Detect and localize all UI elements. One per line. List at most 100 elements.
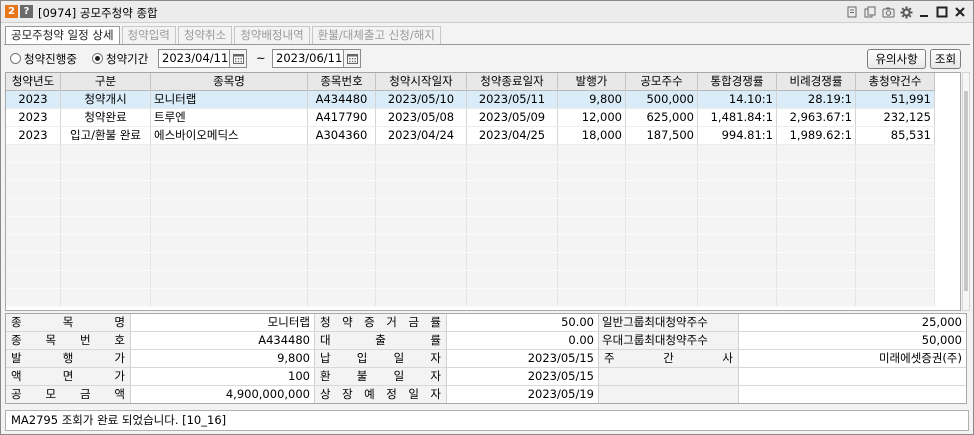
grid-header: 청약년도 구분 종목명 종목번호 청약시작일자 청약종료일자 발행가 공모주수 통합경쟁률 비례경…	[6, 73, 935, 91]
col-header-stock-code[interactable]: 종목번호	[308, 73, 376, 91]
label-offering-amount: 공모금액	[6, 386, 131, 403]
col-header-type[interactable]: 구분	[61, 73, 151, 91]
col-header-end-date[interactable]: 청약종료일자	[467, 73, 558, 91]
col-header-stock-name[interactable]: 종목명	[151, 73, 308, 91]
close-icon[interactable]	[953, 5, 967, 19]
cell-offer-shares	[626, 199, 698, 216]
cell-type	[61, 271, 151, 288]
radio-in-progress-label[interactable]: 청약진행중	[24, 51, 77, 67]
cell-stock-code	[308, 289, 376, 306]
status-bar: MA2795 조회가 완료 되었습니다. [10_16]	[5, 410, 969, 431]
cell-stock-code	[308, 181, 376, 198]
col-header-total-count[interactable]: 총청약건수	[856, 73, 935, 91]
cell-stock-code: A434480	[308, 91, 376, 108]
date-to-input[interactable]: 2023/06/11	[272, 49, 344, 68]
screen-number-badge[interactable]: 2	[5, 5, 18, 18]
col-header-offer-shares[interactable]: 공모주수	[626, 73, 698, 91]
ipo-schedule-grid: 청약년도 구분 종목명 종목번호 청약시작일자 청약종료일자 발행가 공모주수 통합경쟁률 비례경…	[5, 72, 961, 311]
col-header-issue-price[interactable]: 발행가	[558, 73, 626, 91]
table-row[interactable]: 2023 청약개시 모니터랩 A434480 2023/05/10 2023/05/11 9…	[6, 91, 935, 109]
calendar-to-icon[interactable]	[343, 49, 361, 68]
detail-row: 종목번호 A434480 대출률 0.00 우대그룹최대청약주수 50,000	[6, 332, 966, 350]
table-row[interactable]: 2023 청약완료 트루엔 A417790 2023/05/08 2023/05/09 12…	[6, 109, 935, 127]
detail-row: 공모금액 4,900,000,000 상장예정일자 2023/05/19	[6, 386, 966, 404]
cell-end-date	[467, 217, 558, 234]
grid-vertical-scrollbar[interactable]	[962, 72, 970, 311]
tab-subscription-input[interactable]: 청약입력	[121, 26, 176, 44]
cell-stock-code	[308, 217, 376, 234]
calendar-from-icon[interactable]	[229, 49, 247, 68]
title-bar-icons	[845, 3, 967, 21]
col-header-total-rate[interactable]: 통합경쟁률	[698, 73, 777, 91]
cell-total-rate	[698, 253, 777, 270]
value-loan-rate: 0.00	[447, 332, 599, 349]
cell-prop-rate: 2,963.67:1	[777, 109, 856, 126]
cell-total-count	[856, 289, 935, 306]
label-listing-date: 상장예정일자	[315, 386, 447, 403]
cell-start-date	[376, 217, 467, 234]
radio-in-progress[interactable]	[10, 53, 21, 64]
col-header-year[interactable]: 청약년도	[6, 73, 61, 91]
cell-issue-price	[558, 199, 626, 216]
maximize-icon[interactable]	[935, 5, 949, 19]
col-header-prop-rate[interactable]: 비례경쟁률	[777, 73, 856, 91]
gear-icon[interactable]	[899, 5, 913, 19]
cell-prop-rate	[777, 271, 856, 288]
cell-stock-name: 트루엔	[151, 109, 308, 126]
cell-year: 2023	[6, 91, 61, 108]
minimize-icon[interactable]	[917, 5, 931, 19]
help-badge[interactable]: ?	[20, 5, 33, 18]
value-stock-code: A434480	[131, 332, 315, 349]
cell-offer-shares	[626, 163, 698, 180]
cell-prop-rate	[777, 253, 856, 270]
title-bar: 2 ? [0974] 공모주청약 종합	[1, 1, 973, 23]
cell-year	[6, 199, 61, 216]
cell-total-rate	[698, 163, 777, 180]
cell-total-count	[856, 253, 935, 270]
cell-start-date	[376, 289, 467, 306]
cell-prop-rate	[777, 199, 856, 216]
cell-year	[6, 145, 61, 162]
cell-total-count: 51,991	[856, 91, 935, 108]
label-general-max-shares: 일반그룹최대청약주수	[599, 314, 739, 331]
cell-type: 청약개시	[61, 91, 151, 108]
cell-stock-code	[308, 253, 376, 270]
col-header-start-date[interactable]: 청약시작일자	[376, 73, 467, 91]
cell-end-date	[467, 235, 558, 252]
cell-total-rate	[698, 235, 777, 252]
cell-start-date	[376, 181, 467, 198]
cell-type: 입고/환불 완료	[61, 127, 151, 144]
copy-icon[interactable]	[863, 5, 877, 19]
tab-schedule-detail[interactable]: 공모주청약 일정 상세	[5, 26, 120, 45]
radio-period-label[interactable]: 청약기간	[106, 51, 148, 67]
memo-icon[interactable]	[845, 5, 859, 19]
notice-button[interactable]: 유의사항	[867, 49, 926, 69]
value-underwriter: 미래에셋증권(주)	[878, 351, 962, 365]
cell-start-date	[376, 253, 467, 270]
tab-bar: 공모주청약 일정 상세 청약입력 청약취소 청약배정내역 환불/대체출고 신청/…	[5, 26, 443, 45]
cell-year	[6, 163, 61, 180]
empty-row	[6, 271, 935, 289]
tab-allocation-history[interactable]: 청약배정내역	[234, 26, 310, 44]
cell-offer-shares	[626, 235, 698, 252]
search-button[interactable]: 조회	[930, 49, 961, 69]
label-preferred-max-shares: 우대그룹최대청약주수	[599, 332, 739, 349]
radio-period[interactable]	[92, 53, 103, 64]
table-row[interactable]: 2023 입고/환불 완료 에스바이오메딕스 A304360 2023/04/24 202…	[6, 127, 935, 145]
cell-prop-rate	[777, 181, 856, 198]
cell-type	[61, 145, 151, 162]
date-from-input[interactable]: 2023/04/11	[158, 49, 230, 68]
empty-row	[6, 235, 935, 253]
cell-stock-name	[151, 271, 308, 288]
cell-prop-rate	[777, 145, 856, 162]
camera-icon[interactable]	[881, 5, 895, 19]
date-range-tilde: ~	[256, 51, 266, 65]
tab-subscription-cancel[interactable]: 청약취소	[177, 26, 233, 44]
value-offering-amount: 4,900,000,000	[131, 386, 315, 403]
scrollbar-thumb[interactable]	[964, 91, 968, 291]
cell-type	[61, 199, 151, 216]
value-issue-price: 9,800	[131, 350, 315, 367]
tab-refund-transfer[interactable]: 환불/대체출고 신청/해지	[311, 26, 441, 44]
value-listing-date: 2023/05/19	[447, 386, 599, 403]
cell-stock-name	[151, 235, 308, 252]
